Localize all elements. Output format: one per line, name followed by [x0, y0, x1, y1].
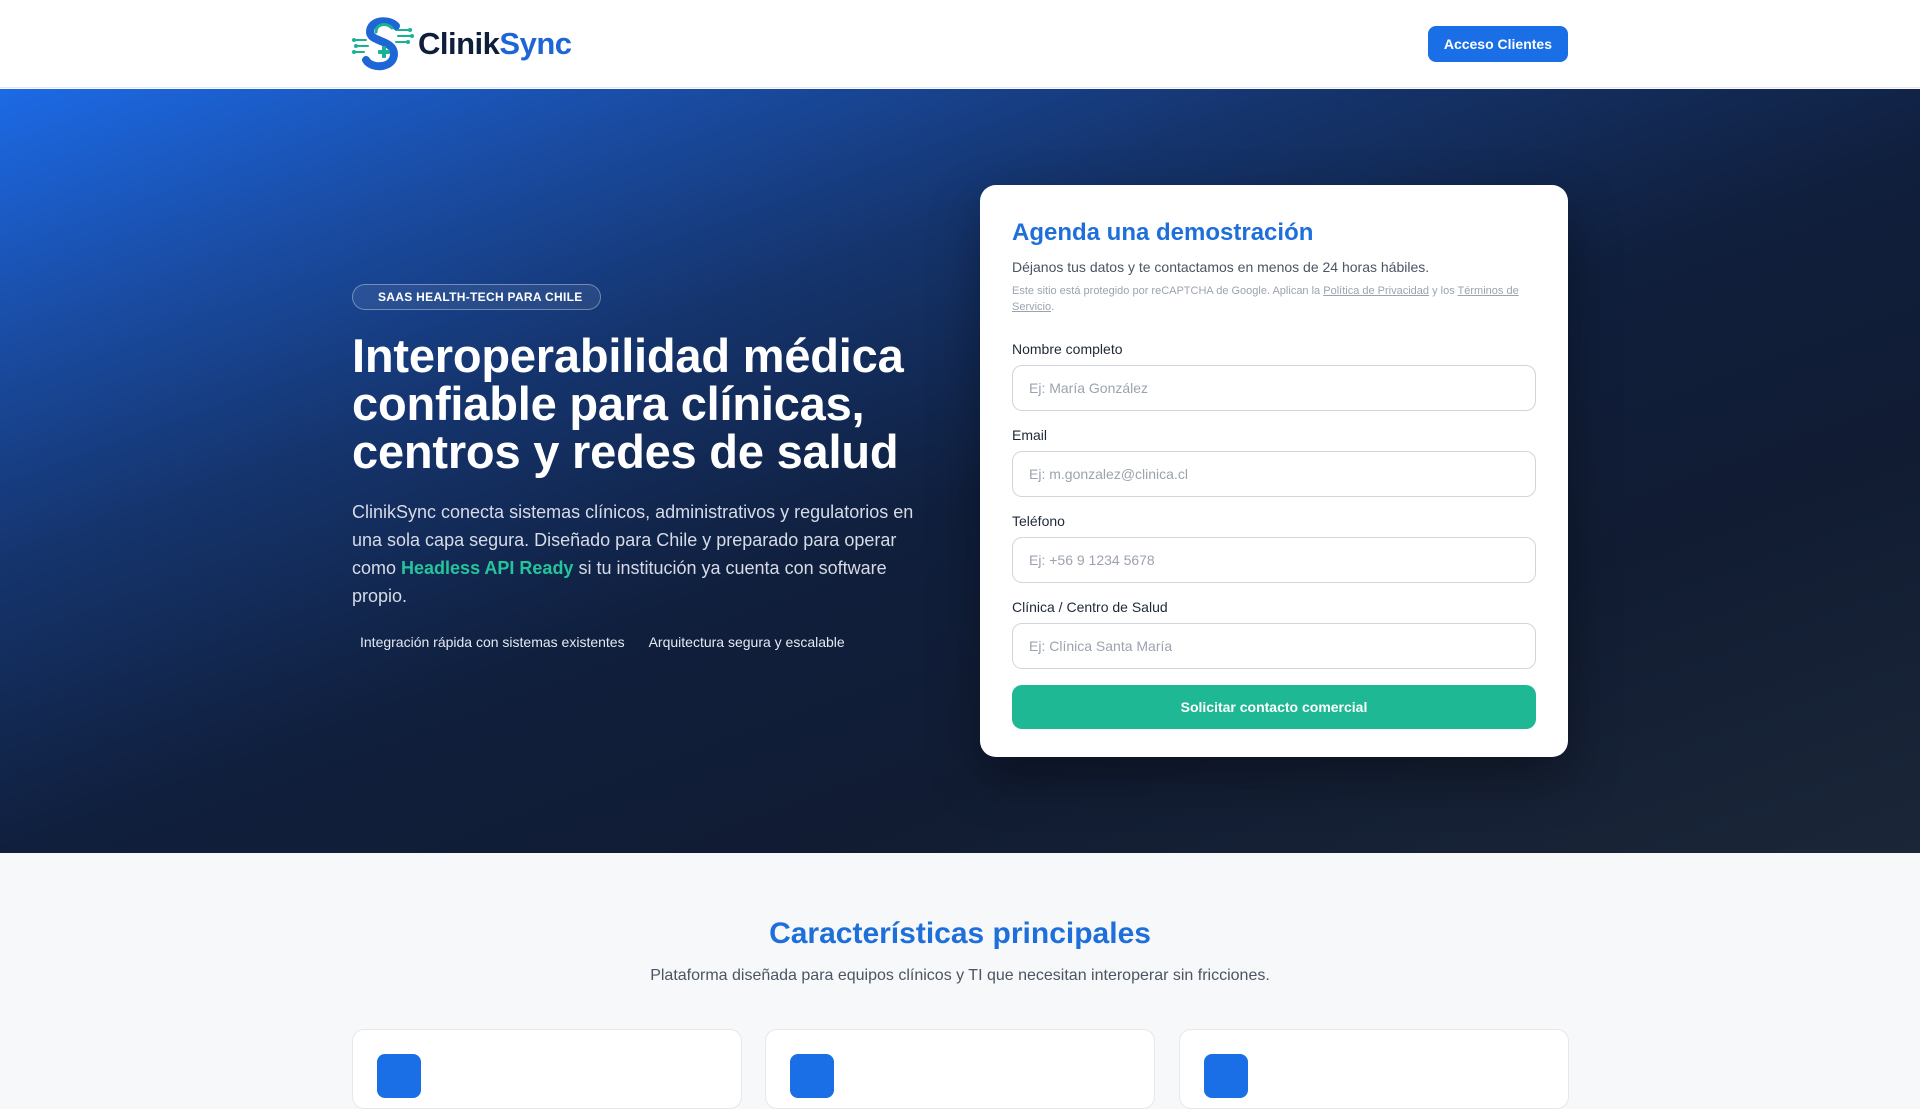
hero-title: Interoperabilidad médica confiable para …	[352, 329, 904, 478]
site-header: ClinikSync Acceso Clientes	[0, 0, 1920, 88]
recaptcha-notice: Este sitio está protegido por reCAPTCHA …	[1012, 283, 1536, 315]
features-section: Características principales Plataforma d…	[0, 853, 1920, 1109]
feature-3-icon	[1204, 1054, 1248, 1098]
full-name-field-group: Nombre completo	[1012, 341, 1536, 411]
email-field-group: Email	[1012, 427, 1536, 497]
features-title: Características principales	[769, 917, 1151, 950]
hero-feature-integration: Integración rápida con sistemas existent…	[360, 634, 625, 650]
hero-feature-list: Integración rápida con sistemas existent…	[352, 634, 932, 650]
hero-section: SAAS HEALTH-TECH PARA CHILE Interoperabi…	[0, 89, 1920, 853]
logo-mark-icon	[352, 16, 414, 70]
hero-badge: SAAS HEALTH-TECH PARA CHILE	[352, 284, 601, 310]
feature-card-3	[1179, 1029, 1569, 1109]
headless-api-highlight: Headless API Ready	[401, 558, 574, 578]
demo-request-form: Agenda una demostración Déjanos tus dato…	[980, 185, 1568, 757]
email-input[interactable]	[1012, 451, 1536, 497]
feature-2-icon	[790, 1054, 834, 1098]
recaptcha-notice-text: Este sitio está protegido por reCAPTCHA …	[1012, 285, 1324, 297]
logo-text-clinik: Clinik	[418, 25, 500, 61]
clinic-label: Clínica / Centro de Salud	[1012, 599, 1168, 615]
form-title: Agenda una demostración	[1012, 219, 1314, 246]
logo-wordmark: ClinikSync	[418, 26, 572, 62]
logo-text-sync: Sync	[499, 25, 572, 61]
phone-field-group: Teléfono	[1012, 513, 1536, 583]
email-label: Email	[1012, 427, 1048, 443]
recaptcha-notice-and: y los	[1429, 285, 1458, 297]
feature-card-2	[765, 1029, 1155, 1109]
form-subtitle: Déjanos tus datos y te contactamos en me…	[1012, 259, 1430, 275]
clinic-field-group: Clínica / Centro de Salud	[1012, 599, 1536, 669]
clinic-input[interactable]	[1012, 623, 1536, 669]
full-name-label: Nombre completo	[1012, 341, 1123, 357]
features-subtitle: Plataforma diseñada para equipos clínico…	[650, 967, 1270, 984]
hero-content: SAAS HEALTH-TECH PARA CHILE Interoperabi…	[352, 284, 932, 650]
privacy-policy-link[interactable]: Política de Privacidad	[1323, 285, 1429, 297]
full-name-input[interactable]	[1012, 365, 1536, 411]
phone-input[interactable]	[1012, 537, 1536, 583]
phone-label: Teléfono	[1012, 513, 1065, 529]
request-contact-button[interactable]: Solicitar contacto comercial	[1012, 685, 1536, 729]
client-access-button[interactable]: Acceso Clientes	[1427, 25, 1568, 62]
cliniksync-logo[interactable]: ClinikSync	[352, 16, 572, 72]
feature-card-1	[352, 1029, 742, 1109]
feature-1-icon	[377, 1054, 421, 1098]
hero-feature-architecture: Arquitectura segura y escalable	[648, 634, 845, 650]
recaptcha-notice-end: .	[1051, 301, 1055, 313]
hero-description: ClinikSync conecta sistemas clínicos, ad…	[352, 498, 932, 610]
